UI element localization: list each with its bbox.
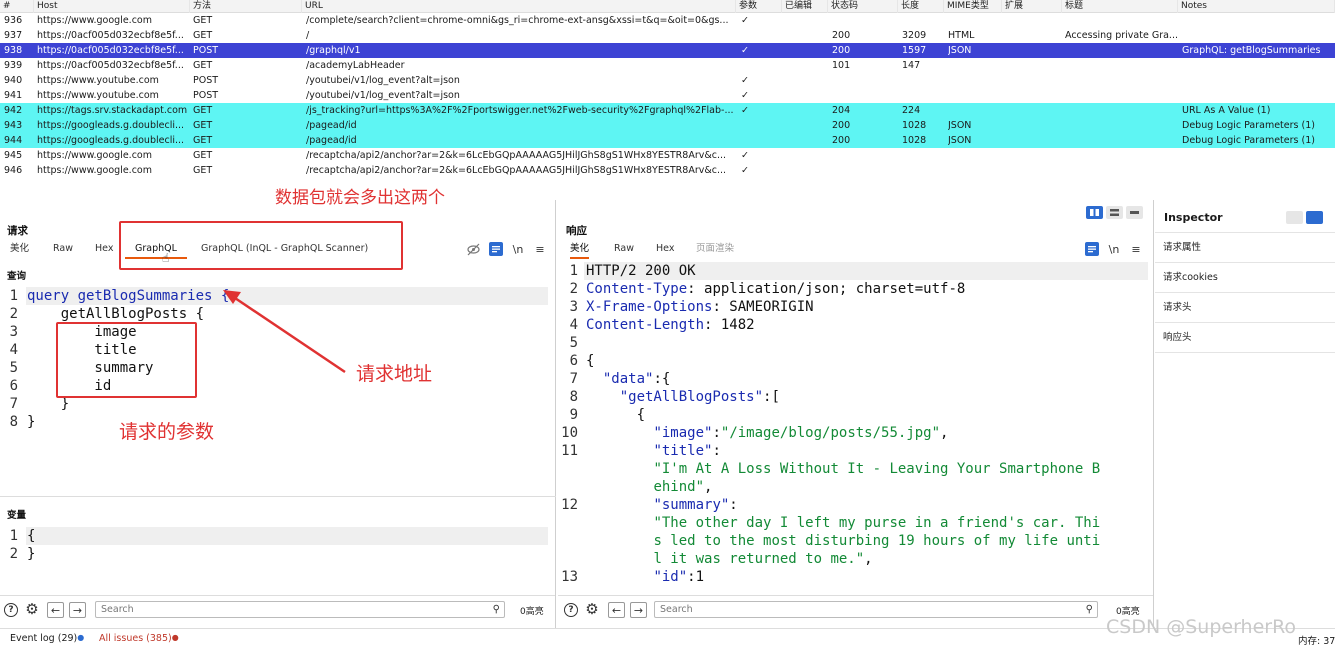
mouse-cursor-icon: ☝ bbox=[162, 251, 170, 265]
annotation-arrow bbox=[223, 290, 346, 374]
